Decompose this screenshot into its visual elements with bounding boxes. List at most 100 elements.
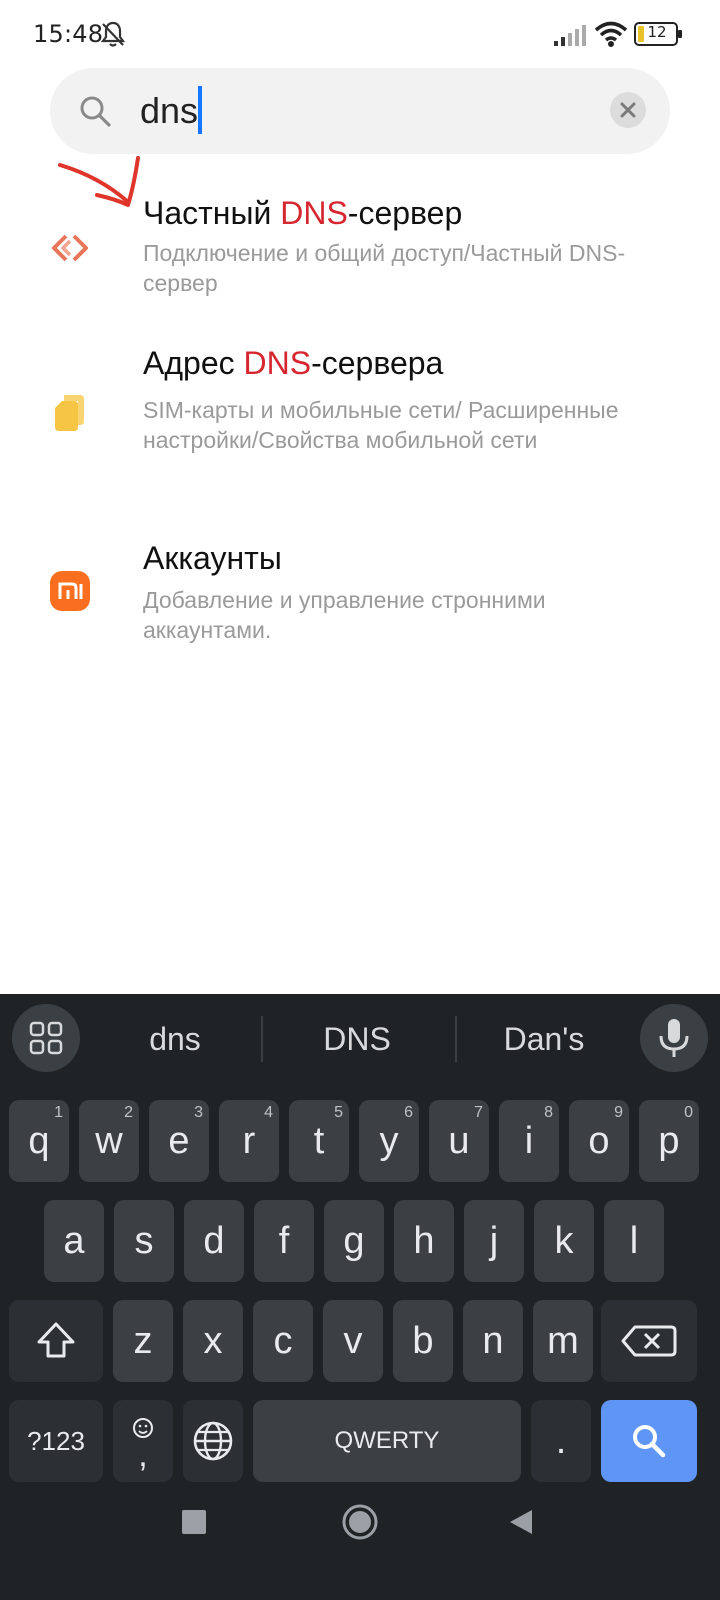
result-title: Аккаунты bbox=[143, 540, 282, 576]
close-icon bbox=[620, 102, 636, 118]
key-m[interactable]: m bbox=[533, 1300, 593, 1382]
key-label: h bbox=[413, 1220, 435, 1262]
suggestion-1[interactable]: dns bbox=[90, 1016, 260, 1062]
connection-share-icon bbox=[52, 234, 88, 262]
key-hint: 2 bbox=[124, 1104, 133, 1121]
home-icon[interactable] bbox=[340, 1502, 380, 1542]
key-hint: 7 bbox=[474, 1104, 483, 1121]
result-title: Адрес DNS-сервера bbox=[143, 345, 444, 381]
key-x[interactable]: x bbox=[183, 1300, 243, 1382]
key-label: d bbox=[203, 1220, 225, 1262]
globe-icon bbox=[193, 1421, 233, 1461]
key-hint: 8 bbox=[544, 1104, 553, 1121]
search-icon bbox=[633, 1425, 666, 1458]
key-label: e bbox=[168, 1120, 190, 1162]
status-time: 15:48 bbox=[33, 20, 104, 48]
key-v[interactable]: v bbox=[323, 1300, 383, 1382]
shift-icon bbox=[37, 1322, 75, 1358]
result-subtitle: Подключение и общий доступ/Частный DNS-с… bbox=[143, 240, 626, 296]
key-hint: 6 bbox=[404, 1104, 413, 1121]
key-e[interactable]: e3 bbox=[149, 1100, 209, 1182]
text-caret bbox=[198, 86, 202, 134]
voice-input-button[interactable] bbox=[640, 1004, 708, 1072]
key-s[interactable]: s bbox=[114, 1200, 174, 1282]
result-subtitle: SIM-карты и мобильные сети/ Расширенные … bbox=[143, 397, 619, 453]
emoji-comma-key[interactable]: , bbox=[113, 1400, 173, 1482]
key-hint: 1 bbox=[54, 1104, 63, 1121]
backspace-key[interactable] bbox=[601, 1300, 697, 1382]
key-z[interactable]: z bbox=[113, 1300, 173, 1382]
key-label: k bbox=[554, 1220, 574, 1262]
key-label: w bbox=[95, 1120, 123, 1162]
key-label: x bbox=[203, 1320, 223, 1362]
search-key[interactable] bbox=[601, 1400, 697, 1482]
backspace-icon bbox=[621, 1325, 677, 1357]
sim-card-icon bbox=[55, 395, 84, 431]
key-a[interactable]: a bbox=[44, 1200, 104, 1282]
key-label: g bbox=[343, 1220, 365, 1262]
key-u[interactable]: u7 bbox=[429, 1100, 489, 1182]
period-key[interactable]: . bbox=[531, 1400, 591, 1482]
key-hint: 9 bbox=[614, 1104, 623, 1121]
keyboard-apps-button[interactable] bbox=[12, 1004, 80, 1072]
key-l[interactable]: l bbox=[604, 1200, 664, 1282]
key-j[interactable]: j bbox=[464, 1200, 524, 1282]
suggestion-2[interactable]: DNS bbox=[262, 1016, 452, 1062]
key-w[interactable]: w2 bbox=[79, 1100, 139, 1182]
key-t[interactable]: t5 bbox=[289, 1100, 349, 1182]
navigation-bar bbox=[0, 1488, 720, 1600]
key-label: v bbox=[343, 1320, 363, 1362]
key-o[interactable]: o9 bbox=[569, 1100, 629, 1182]
search-bar[interactable]: dns bbox=[50, 68, 670, 154]
result-subtitle: Добавление и управление стронними аккаун… bbox=[143, 587, 546, 643]
key-label: n bbox=[482, 1320, 504, 1362]
result-item-accounts[interactable]: Аккаунты Добавление и управление стронни… bbox=[0, 535, 720, 645]
key-label: s bbox=[134, 1220, 154, 1262]
key-c[interactable]: c bbox=[253, 1300, 313, 1382]
clear-search-button[interactable] bbox=[610, 92, 646, 128]
key-hint: 5 bbox=[334, 1104, 343, 1121]
key-hint: 3 bbox=[194, 1104, 203, 1121]
key-b[interactable]: b bbox=[393, 1300, 453, 1382]
key-label: f bbox=[278, 1220, 290, 1262]
key-f[interactable]: f bbox=[254, 1200, 314, 1282]
mi-logo-icon bbox=[50, 571, 90, 611]
battery-level: 12 bbox=[647, 23, 667, 41]
language-key[interactable] bbox=[183, 1400, 243, 1482]
result-item-private-dns[interactable]: Частный DNS-сервер Подключение и общий д… bbox=[0, 190, 720, 310]
key-hint: 0 bbox=[684, 1104, 693, 1121]
key-i[interactable]: i8 bbox=[499, 1100, 559, 1182]
key-r[interactable]: r4 bbox=[219, 1100, 279, 1182]
key-hint: 4 bbox=[264, 1104, 273, 1121]
key-h[interactable]: h bbox=[394, 1200, 454, 1282]
key-y[interactable]: y6 bbox=[359, 1100, 419, 1182]
key-k[interactable]: k bbox=[534, 1200, 594, 1282]
key-label: z bbox=[133, 1320, 153, 1362]
wifi-icon bbox=[594, 21, 628, 47]
status-bar: 15:48 12 bbox=[0, 0, 720, 68]
shift-key[interactable] bbox=[9, 1300, 103, 1382]
key-label: m bbox=[547, 1320, 579, 1362]
suggestion-3[interactable]: Dan's bbox=[456, 1016, 632, 1062]
key-label: q bbox=[28, 1120, 50, 1162]
space-key[interactable]: QWERTY bbox=[253, 1400, 521, 1482]
key-d[interactable]: d bbox=[184, 1200, 244, 1282]
recents-icon[interactable] bbox=[179, 1507, 209, 1537]
key-q[interactable]: q1 bbox=[9, 1100, 69, 1182]
key-label: y bbox=[379, 1120, 399, 1162]
key-n[interactable]: n bbox=[463, 1300, 523, 1382]
result-item-dns-address[interactable]: Адрес DNS-сервера SIM-карты и мобильные … bbox=[0, 345, 720, 495]
mic-icon bbox=[659, 1019, 689, 1057]
search-input[interactable]: dns bbox=[140, 86, 198, 136]
back-icon[interactable] bbox=[506, 1507, 536, 1537]
key-p[interactable]: p0 bbox=[639, 1100, 699, 1182]
key-label: r bbox=[242, 1120, 256, 1162]
suggestion-bar: dns DNS Dan's bbox=[0, 994, 720, 1086]
signal-icon bbox=[554, 25, 586, 46]
search-icon bbox=[80, 96, 111, 127]
key-g[interactable]: g bbox=[324, 1200, 384, 1282]
key-label: u bbox=[448, 1120, 470, 1162]
comma-label: , bbox=[138, 1436, 148, 1474]
key-label: a bbox=[63, 1220, 85, 1262]
symbols-key[interactable]: ?123 bbox=[9, 1400, 103, 1482]
